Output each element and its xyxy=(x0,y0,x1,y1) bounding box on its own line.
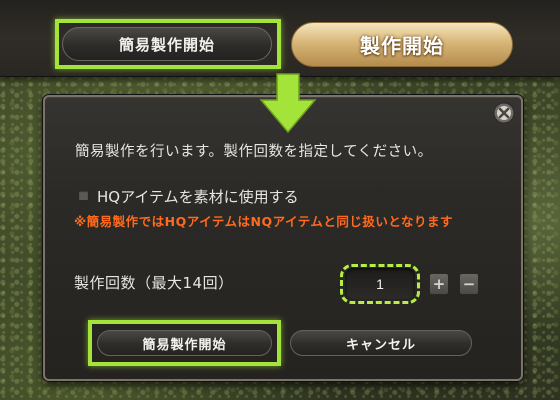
hq-materials-label[interactable]: HQアイテムを素材に使用する xyxy=(97,186,299,207)
highlight-frame-dialog-quick-synthesis xyxy=(88,320,281,366)
highlight-frame-count-input xyxy=(340,264,420,304)
highlight-frame-top-quick-synthesis xyxy=(55,19,281,69)
cancel-button[interactable]: キャンセル xyxy=(290,330,472,356)
synthesize-button[interactable]: 製作開始 xyxy=(291,22,513,67)
increment-button[interactable]: + xyxy=(429,273,449,295)
decrement-button[interactable]: − xyxy=(459,273,479,295)
hq-materials-checkbox[interactable] xyxy=(78,190,89,201)
arrow-down-icon xyxy=(259,73,317,134)
game-screen: 簡易製作開始 製作開始 簡易製作を行います。製作回数を指定してください。 HQア… xyxy=(0,0,560,400)
close-icon[interactable] xyxy=(493,102,515,124)
hq-warning-text: ※簡易製作ではHQアイテムはNQアイテムと同じ扱いとなります xyxy=(74,214,453,229)
synthesis-count-label: 製作回数（最大14回） xyxy=(74,274,234,292)
instruction-text: 簡易製作を行います。製作回数を指定してください。 xyxy=(75,144,433,160)
